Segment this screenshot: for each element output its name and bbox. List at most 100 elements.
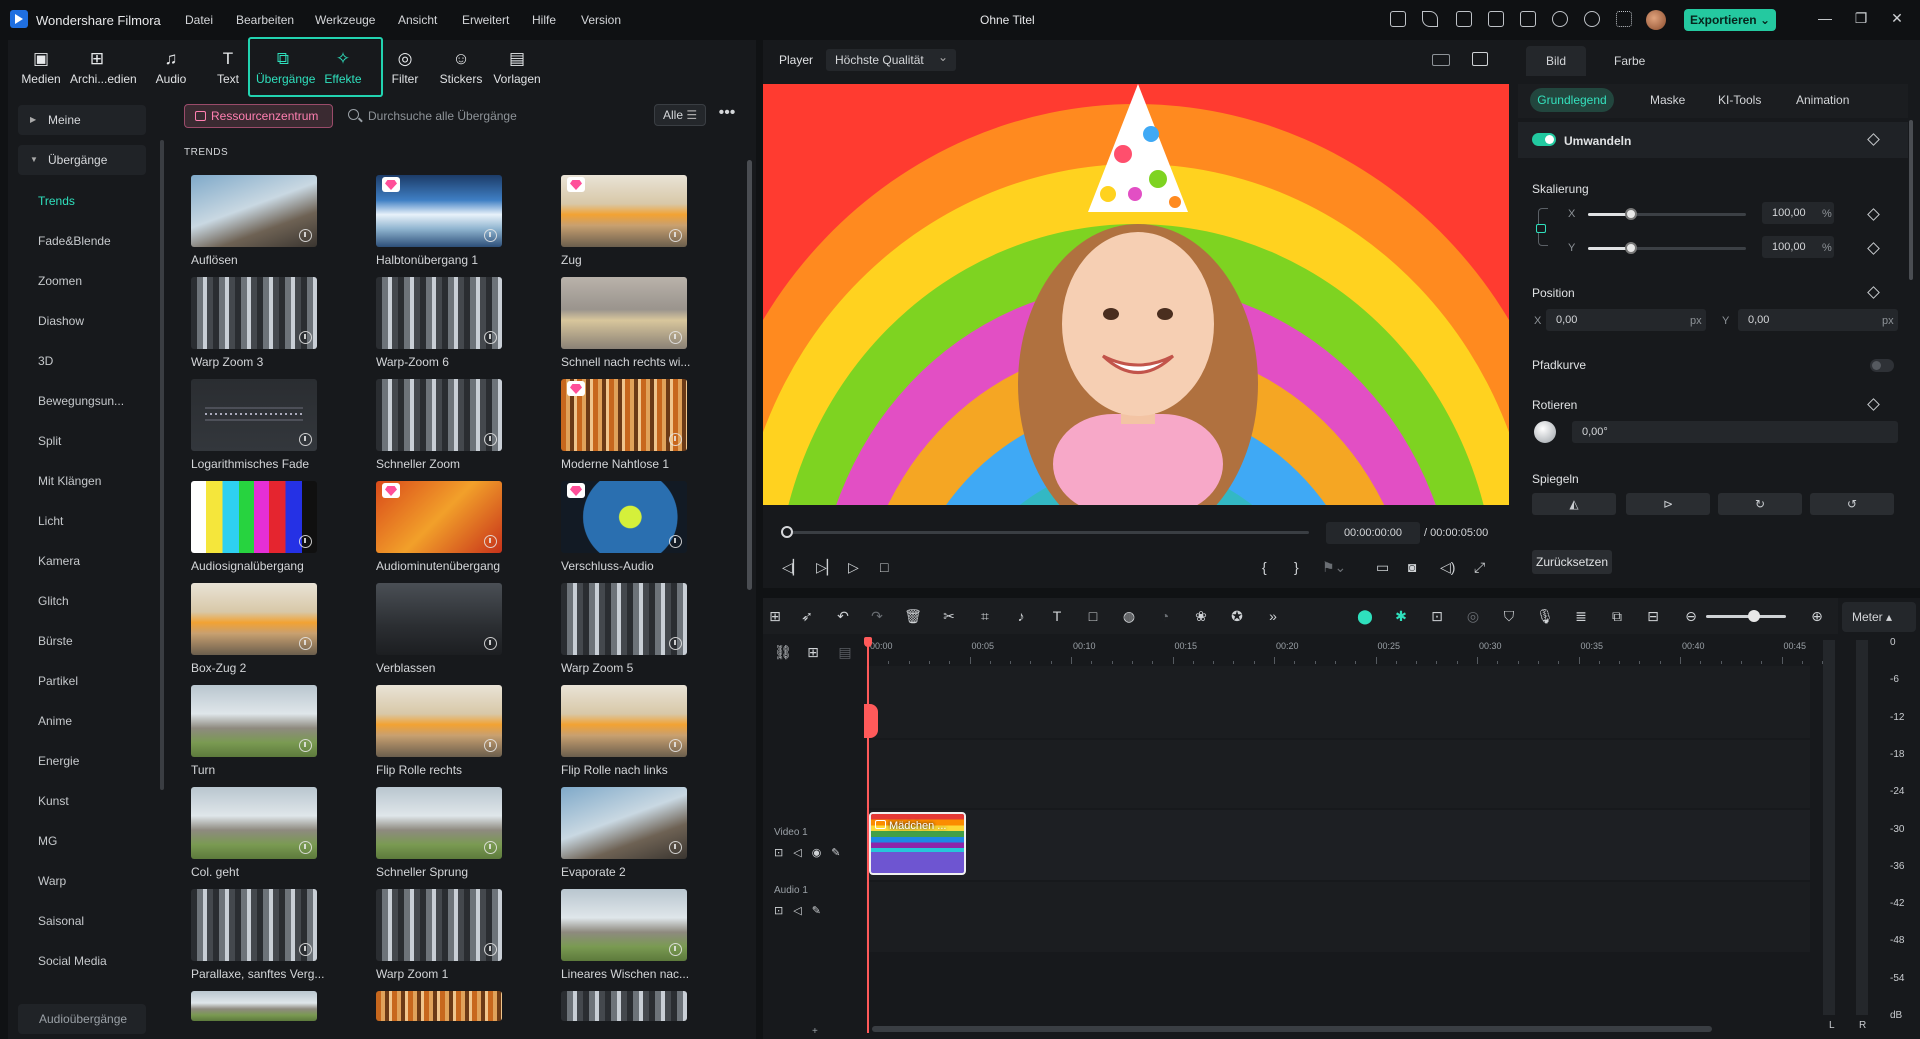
scale-y-slider-track[interactable] — [1588, 247, 1746, 250]
search-input[interactable] — [368, 106, 628, 126]
download-icon[interactable] — [669, 739, 682, 752]
filter-button[interactable]: Alle ☰ — [654, 104, 706, 126]
quality-select[interactable]: Höchste Qualität — [826, 46, 956, 71]
download-icon[interactable] — [669, 841, 682, 854]
video-preview[interactable] — [763, 84, 1509, 505]
menu-3[interactable]: Ansicht — [398, 13, 437, 27]
transition-thumbnail[interactable] — [191, 889, 317, 961]
volume-icon[interactable]: ◁) — [1440, 559, 1455, 576]
rotate-input[interactable]: 0,00° — [1572, 421, 1898, 443]
download-icon[interactable] — [484, 637, 497, 650]
undo-icon[interactable]: ↶ — [834, 607, 852, 625]
sidebar-item[interactable]: Social Media — [38, 954, 107, 968]
subtab-animation[interactable]: Animation — [1796, 93, 1849, 107]
sidebar-section-transitions[interactable]: ▼ Übergänge — [18, 145, 146, 175]
position-y-input[interactable]: 0,00 — [1738, 309, 1898, 331]
transition-thumbnail[interactable] — [191, 787, 317, 859]
save-icon[interactable] — [1520, 11, 1536, 27]
rotate-right-icon[interactable]: ↻ — [1718, 493, 1802, 515]
transition-thumbnail[interactable] — [191, 379, 317, 451]
sidebar-item[interactable]: Fade&Blende — [38, 234, 111, 248]
toolbar-tab-7[interactable]: ☺ Stickers — [434, 48, 488, 94]
add-icon[interactable]: + — [812, 1026, 818, 1037]
transition-thumbnail[interactable] — [561, 685, 687, 757]
export-button[interactable]: Exportieren ⌄ — [1684, 9, 1776, 31]
download-icon[interactable] — [299, 943, 312, 956]
add-track-icon[interactable]: ⊞ — [804, 643, 822, 661]
speed-icon[interactable]: ◔ — [1156, 607, 1174, 625]
transition-thumbnail[interactable] — [376, 277, 502, 349]
transition-thumbnail[interactable] — [561, 175, 687, 247]
sidebar-item[interactable]: Split — [38, 434, 61, 448]
link-icon[interactable]: ⛓ — [774, 643, 792, 661]
menu-1[interactable]: Bearbeiten — [236, 13, 294, 27]
download-icon[interactable] — [669, 229, 682, 242]
rotation-dial-icon[interactable] — [1534, 421, 1556, 443]
text-tool-icon[interactable]: T — [1048, 607, 1066, 625]
transition-thumbnail[interactable] — [376, 481, 502, 553]
sidebar-item[interactable]: Diashow — [38, 314, 84, 328]
media-replace-icon[interactable]: ⧉ — [1608, 607, 1626, 625]
speaker-icon[interactable]: ◁ — [793, 847, 811, 859]
resource-center-button[interactable]: Ressourcenzentrum — [184, 104, 333, 128]
download-icon[interactable] — [484, 331, 497, 344]
transition-thumbnail[interactable] — [191, 685, 317, 757]
camera-icon[interactable]: ◙ — [1408, 559, 1416, 575]
transition-thumbnail[interactable] — [561, 991, 687, 1021]
sidebar-item[interactable]: Kunst — [38, 794, 69, 808]
download-icon[interactable] — [299, 841, 312, 854]
sidebar-item[interactable]: Energie — [38, 754, 79, 768]
reset-button[interactable]: Zurücksetzen — [1532, 550, 1612, 574]
marker-icon[interactable]: ⚑⌄ — [1322, 559, 1346, 576]
mask-tool-icon[interactable]: ◍ — [1120, 607, 1138, 625]
close-icon[interactable]: ✕ — [1890, 11, 1904, 25]
track-layout-icon[interactable]: ▤ — [836, 643, 854, 661]
download-icon[interactable] — [299, 637, 312, 650]
transition-thumbnail[interactable] — [561, 889, 687, 961]
transition-thumbnail[interactable] — [561, 583, 687, 655]
download-icon[interactable] — [484, 943, 497, 956]
cloud-upload-icon[interactable] — [1552, 11, 1568, 27]
media-library-icon[interactable] — [1456, 11, 1472, 27]
stop-icon[interactable]: □ — [880, 559, 888, 575]
shape-tool-icon[interactable]: □ — [1084, 607, 1102, 625]
scale-y-slider-knob[interactable] — [1624, 242, 1637, 254]
ai-tool-icon[interactable]: ✪ — [1228, 607, 1246, 625]
flip-vertical-icon[interactable]: ⊳ — [1626, 493, 1710, 515]
toolbar-tab-3[interactable]: T Text — [201, 48, 255, 94]
playhead-grip[interactable] — [864, 704, 878, 738]
sidebar-item[interactable]: 3D — [38, 354, 53, 368]
play-icon[interactable]: ▷ — [848, 559, 859, 576]
timeline-horizontal-scrollbar[interactable] — [872, 1026, 1712, 1032]
transition-thumbnail[interactable] — [376, 583, 502, 655]
fullscreen-icon[interactable]: ⤢ — [1474, 559, 1485, 576]
zoom-slider-track[interactable] — [1706, 615, 1786, 618]
video-clip[interactable]: Mädchen ... — [869, 812, 966, 875]
download-icon[interactable] — [484, 535, 497, 548]
download-icon[interactable] — [669, 331, 682, 344]
sidebar-item[interactable]: Mit Klängen — [38, 474, 101, 488]
download-icon[interactable] — [299, 433, 312, 446]
download-icon[interactable] — [299, 739, 312, 752]
mark-in-icon[interactable]: { — [1262, 559, 1267, 575]
audio-edit-icon[interactable]: ♪ — [1012, 607, 1030, 625]
eye-icon[interactable]: ◉ — [812, 847, 832, 859]
transition-thumbnail[interactable] — [376, 175, 502, 247]
sidebar-item[interactable]: Zoomen — [38, 274, 82, 288]
lock-icon[interactable]: ⊡ — [774, 905, 793, 917]
toolbar-tab-6[interactable]: ◎ Filter — [378, 48, 432, 94]
zoom-slider-knob[interactable] — [1748, 610, 1760, 622]
transition-thumbnail[interactable] — [376, 889, 502, 961]
detach-icon[interactable]: ⊟ — [1644, 607, 1662, 625]
rotate-left-icon[interactable]: ↺ — [1810, 493, 1894, 515]
monitor-icon[interactable] — [1488, 11, 1504, 27]
download-icon[interactable] — [669, 943, 682, 956]
sidebar-item[interactable]: Kamera — [38, 554, 80, 568]
download-icon[interactable] — [669, 637, 682, 650]
sidebar-item[interactable]: Partikel — [38, 674, 78, 688]
position-x-input[interactable]: 0,00 — [1546, 309, 1706, 331]
zoom-in-icon[interactable]: ⊕ — [1808, 607, 1826, 625]
transition-thumbnail[interactable] — [561, 277, 687, 349]
magic-icon[interactable]: ✎ — [812, 905, 831, 917]
download-icon[interactable] — [484, 433, 497, 446]
